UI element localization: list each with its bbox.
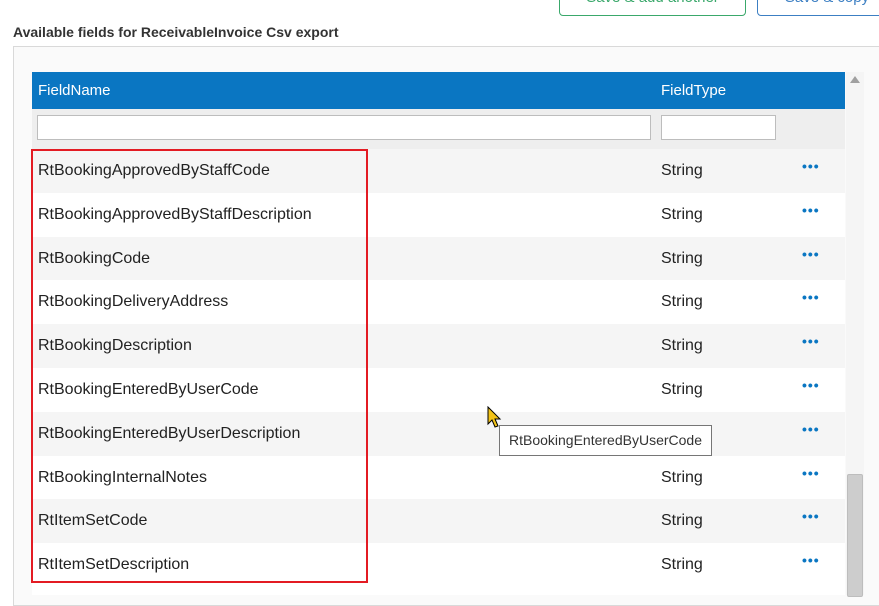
- scrollbar-thumb[interactable]: [847, 474, 863, 597]
- column-header-fieldtype[interactable]: FieldType: [661, 82, 726, 99]
- table-row[interactable]: RtBookingApprovedByStaffCode String •••: [32, 149, 845, 193]
- field-type-cell: String: [661, 468, 703, 486]
- row-menu-icon[interactable]: •••: [802, 552, 820, 568]
- table-row[interactable]: RtBookingApprovedByStaffDescription Strin…: [32, 192, 845, 237]
- fields-grid: FieldName FieldType RtBookingApprovedByS…: [32, 72, 845, 595]
- field-name-cell: RtBookingEnteredByUserDescription: [38, 424, 301, 442]
- table-row[interactable]: RtBookingDescription String •••: [32, 324, 845, 368]
- save-and-copy-button[interactable]: Save & copy: [757, 0, 879, 16]
- row-menu-icon[interactable]: •••: [802, 202, 820, 218]
- field-type-cell: String: [661, 162, 703, 179]
- column-header-fieldname[interactable]: FieldName: [38, 82, 111, 99]
- row-menu-icon[interactable]: •••: [802, 158, 820, 174]
- fieldtype-filter-input[interactable]: [661, 115, 776, 140]
- grid-rows: RtBookingApprovedByStaffCode String ••• RtB…: [32, 149, 845, 587]
- field-name-cell: RtBookingCode: [38, 249, 151, 267]
- field-type-cell: String: [661, 380, 703, 398]
- row-menu-icon[interactable]: •••: [802, 421, 820, 437]
- field-type-cell: String: [661, 205, 703, 223]
- row-menu-icon[interactable]: •••: [802, 508, 820, 524]
- save-and-add-another-button[interactable]: Save & add another: [559, 0, 746, 16]
- mouse-cursor-icon: [487, 406, 502, 428]
- table-row[interactable]: RtBookingInternalNotes String •••: [32, 455, 845, 500]
- field-name-cell: RtItemSetCode: [38, 512, 148, 530]
- field-name-cell: RtBookingEnteredByUserCode: [38, 380, 259, 398]
- fieldname-filter-input[interactable]: [37, 115, 651, 140]
- filter-row: [32, 109, 845, 149]
- tooltip: RtBookingEnteredByUserCode: [499, 425, 712, 456]
- table-row[interactable]: RtBookingCode String •••: [32, 236, 845, 281]
- field-type-cell: String: [661, 337, 703, 355]
- grid-header: FieldName FieldType: [32, 72, 845, 109]
- field-type-cell: String: [661, 249, 703, 267]
- row-menu-icon[interactable]: •••: [802, 333, 820, 349]
- vertical-scrollbar[interactable]: [846, 72, 864, 597]
- scroll-up-arrow-icon[interactable]: [850, 76, 860, 83]
- section-title: Available fields for ReceivableInvoice C…: [13, 24, 339, 40]
- row-menu-icon[interactable]: •••: [802, 465, 820, 481]
- field-name-cell: RtBookingDeliveryAddress: [38, 293, 229, 311]
- field-name-cell: RtBookingApprovedByStaffCode: [38, 162, 270, 179]
- table-row[interactable]: RtItemSetDescription String •••: [32, 543, 845, 587]
- row-menu-icon[interactable]: •••: [802, 289, 820, 305]
- row-menu-icon[interactable]: •••: [802, 377, 820, 393]
- field-name-cell: RtItemSetDescription: [38, 556, 190, 574]
- table-row[interactable]: RtBookingDeliveryAddress String •••: [32, 280, 845, 325]
- field-type-cell: String: [661, 293, 703, 311]
- field-type-cell: String: [661, 512, 703, 530]
- field-type-cell: String: [661, 556, 703, 574]
- table-row[interactable]: RtBookingEnteredByUserDescription •••: [32, 411, 845, 456]
- row-menu-icon[interactable]: •••: [802, 246, 820, 262]
- table-row[interactable]: RtItemSetCode String •••: [32, 499, 845, 544]
- field-name-cell: RtBookingDescription: [38, 337, 192, 355]
- table-row[interactable]: RtBookingEnteredByUserCode String •••: [32, 367, 845, 412]
- field-name-cell: RtBookingInternalNotes: [38, 468, 207, 486]
- field-name-cell: RtBookingApprovedByStaffDescription: [38, 205, 312, 223]
